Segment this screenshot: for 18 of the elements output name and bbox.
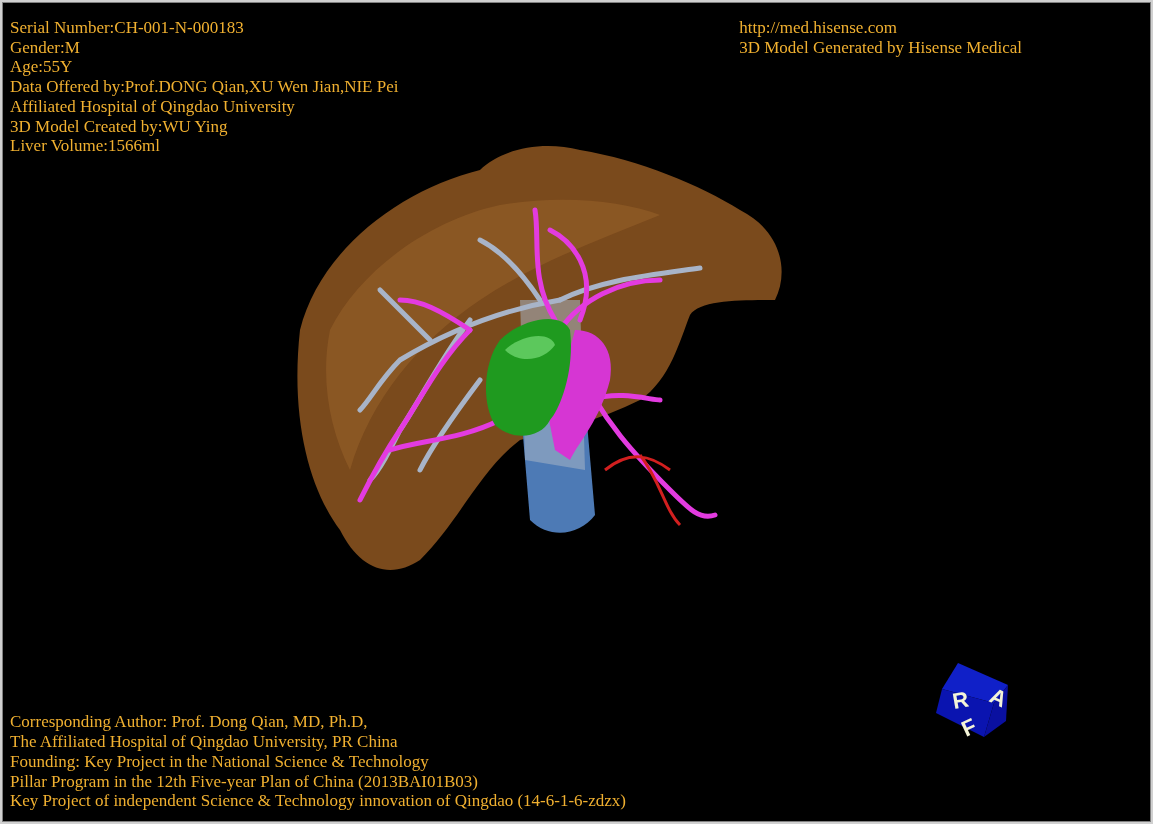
credits-text: The Affiliated Hospital of Qingdao University, PR China xyxy=(10,732,399,752)
patient-info-text: Age:55Y xyxy=(10,57,74,78)
patient-info-text: Serial Number:CH-001-N-000183 xyxy=(10,18,245,38)
patient-info-text: Liver Volume:1566ml xyxy=(10,136,161,156)
credits-text: Key Project of independent Science & Technology innovation of Qingdao (14-6-1-6-zdzx) xyxy=(10,791,626,811)
credits-text: Corresponding Author: Prof. Dong Qian, MD, Ph.D, xyxy=(10,712,369,733)
patient-info-text: 3D Model Created by:WU Ying xyxy=(10,116,229,137)
orientation-cube-drawing[interactable] xyxy=(936,663,1008,737)
cube-face-label: R xyxy=(950,686,971,714)
cube-face-label: A xyxy=(985,682,1011,713)
source-info-text: http://med.hisense.com xyxy=(739,18,898,38)
cube-face-label: F xyxy=(957,713,981,741)
patient-info-text: Data Offered by:Prof.DONG Qian,XU Wen Jian,NIE Pei xyxy=(10,77,399,97)
credits-text: Founding: Key Project in the National Science & Technology xyxy=(10,751,430,772)
patient-info-text: Affiliated Hospital of Qingdao University xyxy=(10,96,296,117)
credits-text: Pillar Program in the 12th Five-year Plan of China (2013BAI01B03) xyxy=(10,771,479,792)
patient-info-text: Gender:M xyxy=(10,37,81,58)
source-info-text: 3D Model Generated by Hisense Medical xyxy=(739,37,1022,58)
